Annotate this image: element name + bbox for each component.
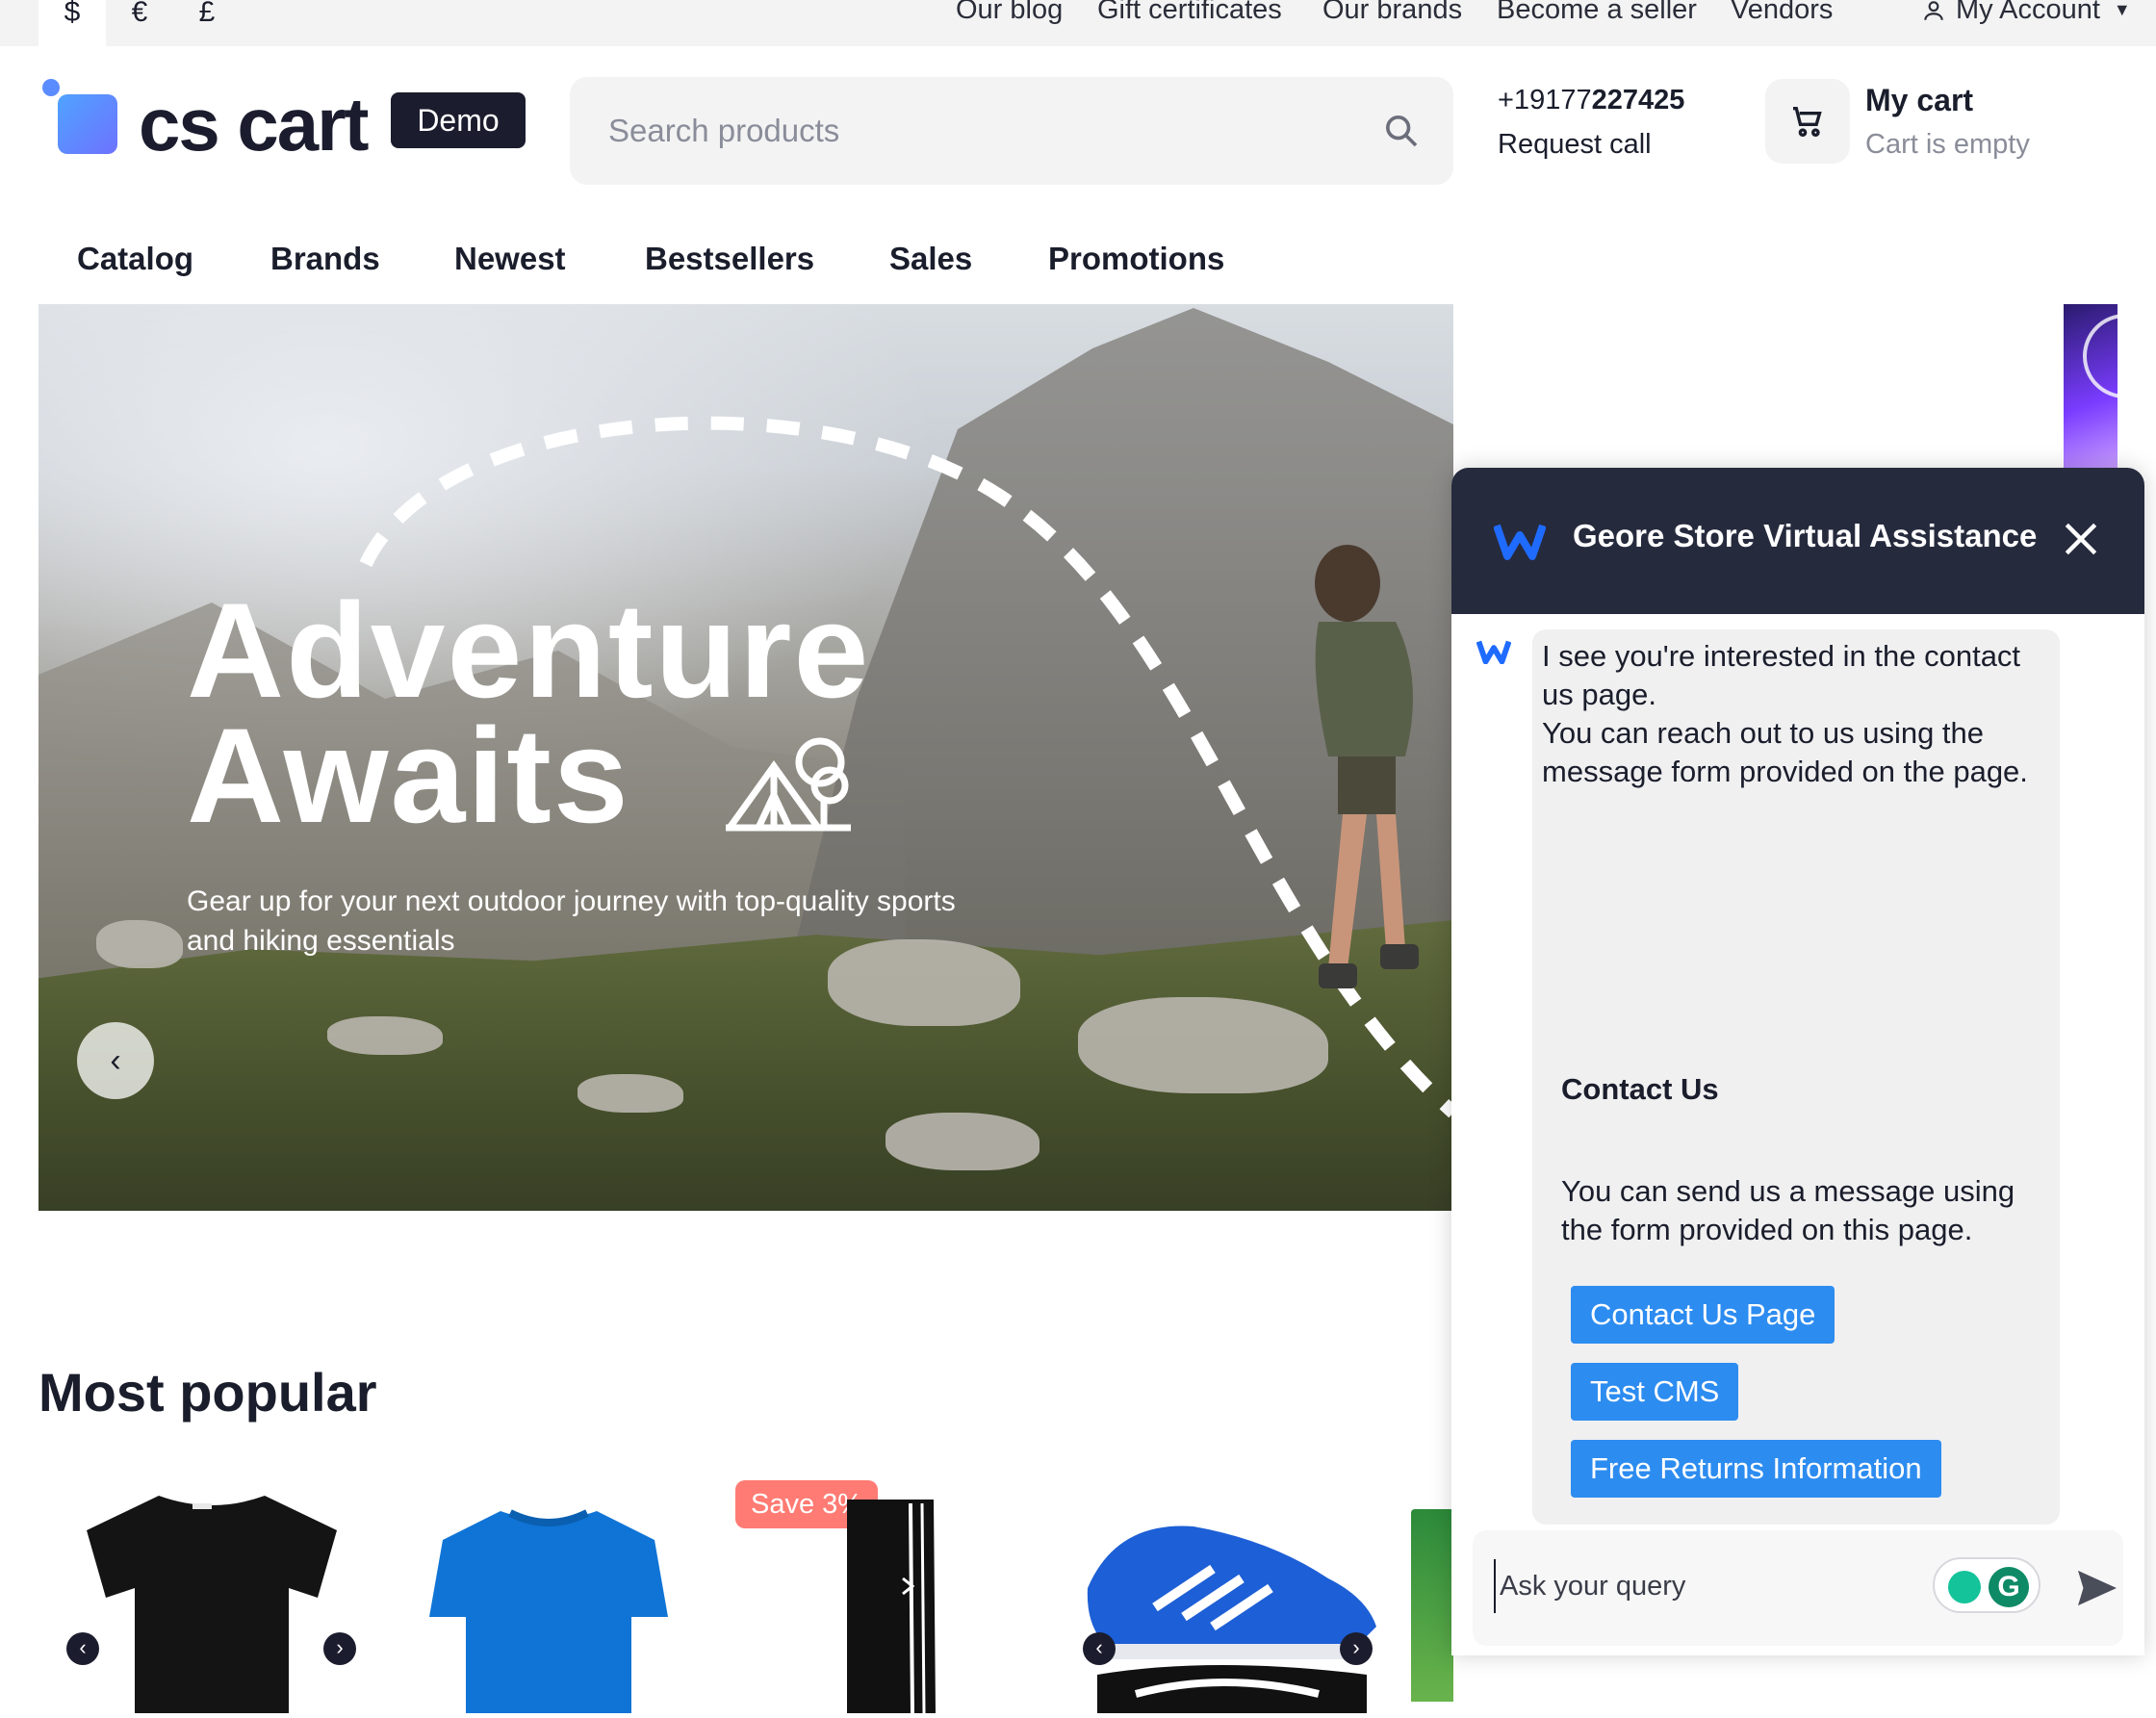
chat-input-area: G [1473, 1530, 2123, 1646]
free-returns-button[interactable]: Free Returns Information [1571, 1440, 1941, 1498]
request-call-link[interactable]: Request call [1498, 129, 1652, 161]
product-image [87, 1496, 337, 1713]
my-account-label: My Account [1956, 0, 2100, 25]
cart-icon [1793, 107, 1822, 137]
product-image [1411, 1509, 1453, 1702]
section-title: Most popular [38, 1362, 377, 1423]
link-gift-certificates[interactable]: Gift certificates [1097, 0, 1282, 26]
nav-promotions[interactable]: Promotions [1048, 241, 1224, 277]
chevron-right-icon[interactable]: › [323, 1632, 356, 1665]
cart-title[interactable]: My cart [1865, 83, 1973, 118]
hiker-figure [1315, 545, 1419, 988]
chat-header: Geore Store Virtual Assistance [1451, 468, 2144, 614]
user-icon [1924, 0, 1943, 20]
chat-message-bubble: I see you're interested in the contact u… [1532, 629, 2060, 1525]
hero-banner[interactable]: Adventure Awaits Gear up for your next o… [38, 304, 1453, 1211]
logo-dot [42, 79, 60, 96]
product-card[interactable] [67, 1482, 356, 1713]
product-card[interactable] [828, 1482, 982, 1714]
assistant-logo-icon [1494, 524, 1546, 560]
nav-sales[interactable]: Sales [889, 241, 972, 277]
product-image [1087, 1526, 1376, 1713]
chat-message-line: I see you're interested in the contact u… [1542, 639, 2021, 711]
hero-title-line2: Awaits [187, 700, 630, 851]
search-input[interactable] [608, 106, 1340, 156]
logo-mark [58, 94, 117, 154]
search-icon[interactable] [1382, 112, 1421, 150]
demo-badge: Demo [391, 92, 526, 148]
send-icon[interactable] [2075, 1569, 2119, 1607]
product-card[interactable] [1078, 1482, 1386, 1713]
nav-bestsellers[interactable]: Bestsellers [645, 241, 814, 277]
next-banner-peek[interactable] [2064, 304, 2118, 468]
grammarly-icon: G [1989, 1567, 2029, 1607]
bot-avatar-icon [1476, 640, 1511, 664]
hero-title-line1: Adventure [187, 575, 871, 726]
chat-message-heading: Contact Us [1561, 1072, 1719, 1106]
test-cms-button[interactable]: Test CMS [1571, 1363, 1739, 1421]
chat-query-input[interactable] [1494, 1559, 1898, 1613]
chat-widget: Geore Store Virtual Assistance I see you… [1451, 468, 2144, 1655]
link-vendors[interactable]: Vendors [1731, 0, 1833, 26]
close-icon[interactable] [2060, 518, 2102, 560]
search-box [570, 77, 1453, 185]
currency-gbp[interactable]: £ [173, 0, 241, 46]
lightbulb-icon [1948, 1571, 1981, 1603]
nav-newest[interactable]: Newest [454, 241, 566, 277]
hero-subtitle: Gear up for your next outdoor journey wi… [187, 885, 956, 957]
chevron-right-icon[interactable]: › [1340, 1632, 1373, 1665]
chat-message-body: You can send us a message using the form… [1561, 1174, 2015, 1246]
cart-button[interactable] [1765, 79, 1850, 164]
contact-us-page-button[interactable]: Contact Us Page [1571, 1286, 1835, 1344]
caret-down-icon: ▼ [2113, 0, 2131, 19]
product-image [847, 1500, 936, 1714]
store-logo[interactable]: cs cart [38, 75, 370, 167]
product-card[interactable] [1411, 1482, 1453, 1713]
currency-eur[interactable]: € [106, 0, 173, 46]
link-our-brands[interactable]: Our brands [1322, 0, 1462, 26]
link-become-seller[interactable]: Become a seller [1497, 0, 1697, 26]
product-image [429, 1509, 668, 1713]
top-bar: $ € £ Our blog Gift certificates Our bra… [0, 0, 2156, 46]
my-account-menu[interactable]: My Account ▼ [1921, 0, 2131, 26]
nav-brands[interactable]: Brands [270, 241, 380, 277]
chat-title: Geore Store Virtual Assistance [1573, 518, 2038, 553]
chat-message-text: I see you're interested in the contact u… [1542, 637, 2042, 791]
phone-prefix: +19177 [1498, 85, 1592, 115]
link-our-blog[interactable]: Our blog [956, 0, 1063, 26]
chevron-left-icon[interactable]: ‹ [77, 1022, 154, 1099]
nav-catalog[interactable]: Catalog [77, 241, 193, 277]
chat-message-line: You can reach out to us using the messag… [1542, 716, 2028, 788]
currency-usd[interactable]: $ [38, 0, 106, 46]
cart-status: Cart is empty [1865, 129, 2030, 160]
chevron-left-icon[interactable]: ‹ [66, 1632, 99, 1665]
logo-text: cs cart [139, 82, 370, 167]
product-card[interactable] [414, 1482, 683, 1713]
chevron-left-icon[interactable]: ‹ [1083, 1632, 1116, 1665]
phone-number[interactable]: +19177227425 [1498, 85, 1684, 116]
grammarly-widget[interactable]: G [1933, 1557, 2040, 1613]
phone-suffix: 227425 [1591, 85, 1685, 115]
tent-icon [726, 737, 851, 832]
